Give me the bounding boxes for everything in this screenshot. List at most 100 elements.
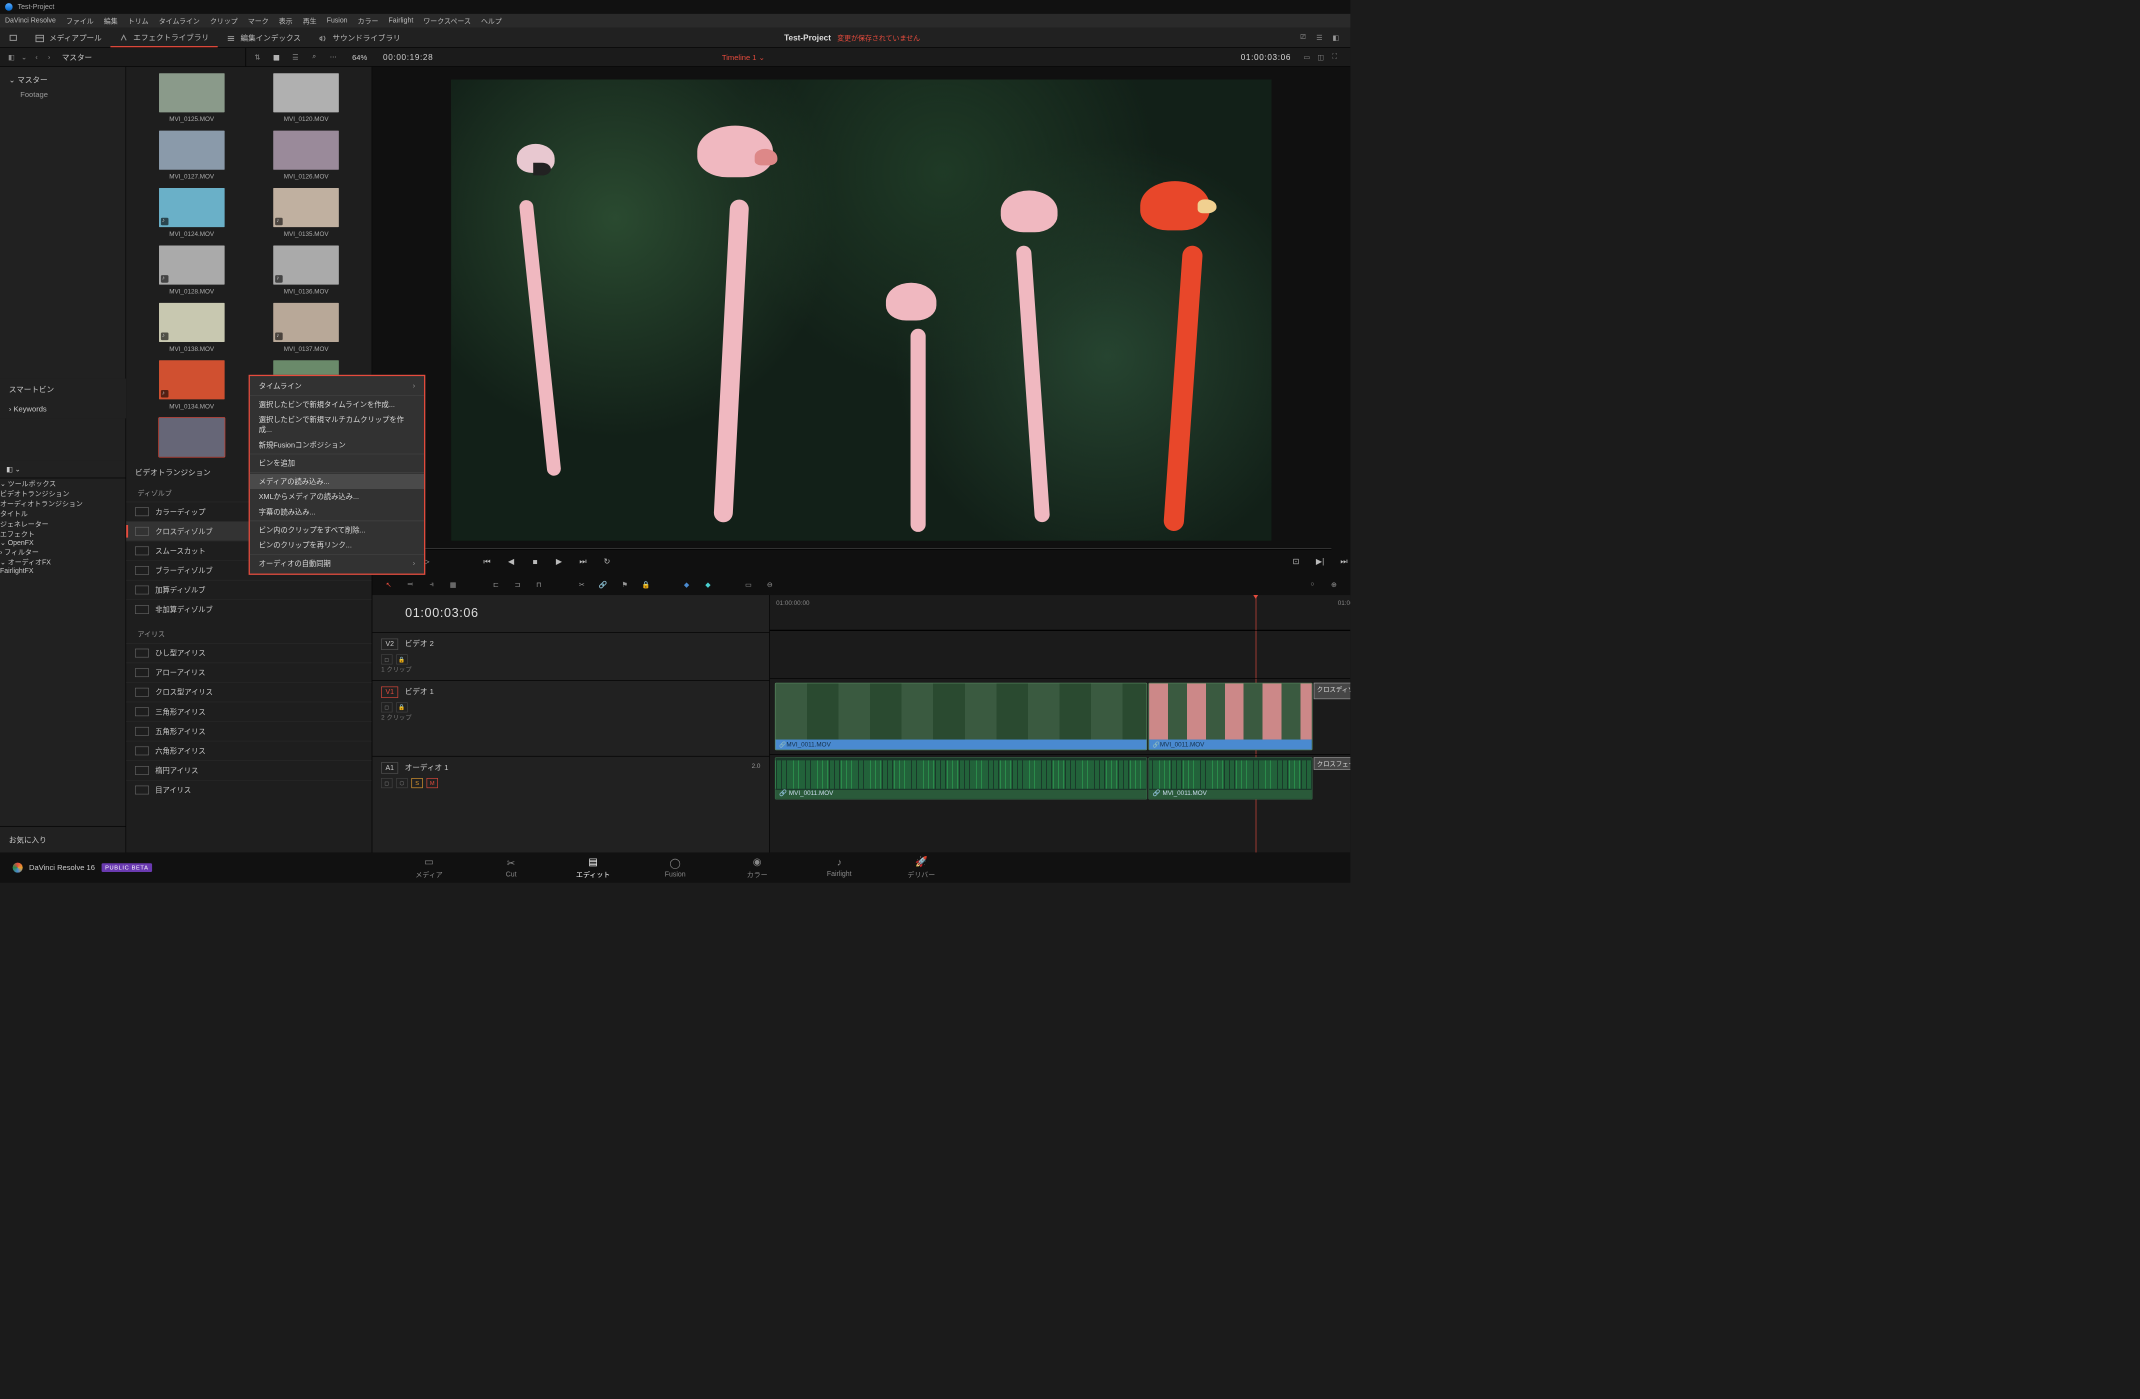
nav-fwd-icon[interactable]: › [43,53,56,61]
track-arm-icon[interactable]: ⬡ [396,778,407,788]
panel-toggle-icon[interactable] [0,28,27,48]
page-fairlight[interactable]: ♪Fairlight [798,858,880,878]
effect-item[interactable]: ひし型アイリス [126,643,371,663]
track-v1[interactable]: MVI_0011.MOV MVI_0011.MOV MVI_0011.MOV ク… [770,678,1351,754]
video-transition[interactable]: クロスディゾルブ [1314,683,1351,699]
effect-item[interactable]: クロス型アイリス [126,682,371,702]
menu-mark[interactable]: マーク [248,16,269,26]
menu-view[interactable]: 表示 [279,16,293,26]
fx-openfx[interactable]: ⌄ OpenFX [0,539,126,547]
media-clip[interactable]: MVI_0138.MOV [140,303,243,353]
app-menubar[interactable]: DaVinci Resolve ファイル 編集 トリム タイムライン クリップ … [0,14,1350,28]
media-clip[interactable]: MVI_0128.MOV [140,245,243,295]
menu-color[interactable]: カラー [358,16,379,26]
edit-index-button[interactable]: 編集インデックス [218,28,310,48]
page-fusion[interactable]: ◯Fusion [634,857,716,878]
context-menu-item[interactable]: ビン内のクリップをすべて削除... [250,522,424,537]
list-view-icon[interactable]: ☰ [289,51,302,64]
timeline-selector[interactable]: Timeline 1 [722,53,765,62]
context-menu-item[interactable]: XMLからメディアの読み込み... [250,489,424,504]
effect-item[interactable]: 目アイリス [126,780,371,800]
stop-icon[interactable]: ■ [529,557,542,566]
viewer-mode-icon[interactable]: ▭ [1300,53,1314,61]
context-menu-item[interactable]: オーディオの自動同期 [250,556,424,571]
fx-effects[interactable]: エフェクト [0,529,126,539]
media-pool-button[interactable]: メディアプール [27,28,111,48]
sound-library-button[interactable]: サウンドライブラリ [310,28,410,48]
media-clip[interactable]: MVI_0134.MOV [140,360,243,410]
selection-tool-icon[interactable]: ↖ [382,580,395,588]
sidebar-toggle-icon[interactable]: ◧ [5,53,18,61]
page-cut[interactable]: ✂Cut [470,857,552,878]
prev-frame-icon[interactable]: ◀ [505,557,518,567]
fx-toolbox[interactable]: ⌄ ツールボックス [0,478,126,488]
zoom-in-icon[interactable]: ⊕ [1328,580,1341,588]
audio-transition[interactable]: クロスフェード [1314,757,1351,770]
metadata-button[interactable]: ☰ [1311,33,1327,41]
link-icon[interactable]: 🔗 [597,580,610,588]
track-header-v1[interactable]: V1ビデオ 1 ◻🔒 2 クリップ [372,680,769,756]
razor-icon[interactable]: ✂ [575,580,588,588]
effect-item[interactable]: 三角形アイリス [126,702,371,722]
zoom-out-icon[interactable]: ⊖ [764,580,777,588]
menu-fusion[interactable]: Fusion [327,17,348,25]
fx-titles[interactable]: タイトル [0,509,126,519]
fx-generators[interactable]: ジェネレーター [0,519,126,529]
media-clip[interactable]: MVI_0136.MOV [255,245,358,295]
inspector-button[interactable]: ◧ [1328,33,1344,41]
mixer-button[interactable]: ⎚ [1295,33,1311,41]
jump-last-icon[interactable]: ⏭ [1338,557,1351,567]
dual-viewer-icon[interactable]: ◫ [1314,53,1328,61]
track-lock-icon[interactable]: 🔒 [396,702,407,712]
sort-icon[interactable]: ⇅ [251,51,264,64]
insert-tool-icon[interactable]: ▦ [447,580,460,588]
fx-audiofx[interactable]: ⌄ オーディオFX [0,557,126,567]
zoom-slider-dot[interactable]: ○ [1306,581,1319,589]
options-icon[interactable]: ⋯ [327,51,340,64]
replace-clip-icon[interactable]: ⊓ [533,580,546,588]
track-lock-icon[interactable]: 🔒 [396,654,407,664]
menu-resolve[interactable]: DaVinci Resolve [5,17,56,25]
menu-file[interactable]: ファイル [66,16,94,26]
context-menu-item[interactable]: 字幕の読み込み... [250,504,424,519]
audio-clip[interactable]: 🔗 MVI_0011.MOV [775,757,1147,799]
fx-favorites[interactable]: お気に入り [0,826,126,853]
smart-bins-header[interactable]: スマートビン [0,379,126,400]
fx-filters[interactable]: › フィルター [0,547,126,557]
flag-icon[interactable]: ⚑ [618,580,631,588]
track-disable-icon[interactable]: ◻ [381,702,392,712]
loop-icon[interactable]: ↻ [601,557,614,567]
menu-timeline[interactable]: タイムライン [159,16,200,26]
track-solo-icon[interactable]: S [411,778,422,788]
effect-item[interactable]: アローアイリス [126,663,371,683]
media-clip[interactable]: MVI_0135.MOV [255,188,358,238]
viewer-zoom[interactable]: 64% [352,53,367,62]
fx-fairlightfx[interactable]: FairlightFX [0,567,126,575]
media-clip[interactable]: MVI_0125.MOV [140,73,243,123]
search-icon[interactable]: ⌕ [308,51,321,64]
timeline-clip[interactable]: MVI_0011.MOV [775,683,1147,751]
expand-viewer-icon[interactable]: ⛶ [1328,53,1342,61]
dropdown-icon[interactable]: ⌄ [18,53,31,61]
track-mute-icon[interactable]: M [427,778,438,788]
timeline-clip[interactable]: MVI_0011.MOV [1148,683,1312,751]
next-frame-icon[interactable]: ⏭ [577,557,590,567]
context-menu-item[interactable]: メディアの読み込み... [250,474,424,489]
bin-master[interactable]: ⌄ マスター [0,72,126,88]
menu-fairlight[interactable]: Fairlight [389,17,414,25]
track-a1[interactable]: 🔗 MVI_0011.MOV 🔗 MVI_0011.MOV 🔗 MVI_0011… [770,754,1351,802]
context-menu-item[interactable]: 選択したビンで新規タイムラインを作成... [250,397,424,412]
viewer-scrubber[interactable] [391,547,1331,549]
page-edit[interactable]: ▤エディット [552,856,634,880]
fx-video-transitions[interactable]: ビデオトランジション [0,488,126,498]
context-menu-item[interactable]: 選択したビンで新規マルチカムクリップを作成... [250,412,424,437]
menu-workspace[interactable]: ワークスペース [423,16,471,26]
track-v2[interactable] [770,630,1351,678]
context-menu-item[interactable]: 新規Fusionコンポジション [250,437,424,452]
lock-icon[interactable]: 🔒 [640,580,653,588]
smart-bin-keywords[interactable]: › Keywords [0,399,126,418]
context-menu-item[interactable]: タイムライン [250,379,424,394]
breadcrumb[interactable]: マスター [62,52,92,63]
context-menu-item[interactable]: ビンを追加 [250,456,424,471]
effect-item[interactable]: 加算ディゾルブ [126,580,371,600]
